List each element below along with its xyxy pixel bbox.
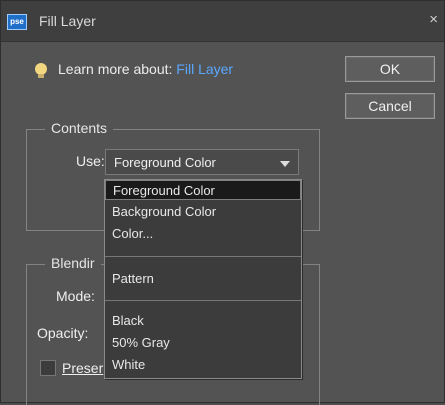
window-title: Fill Layer bbox=[39, 13, 96, 29]
use-label: Use: bbox=[76, 153, 105, 169]
ok-button[interactable]: OK bbox=[345, 56, 435, 82]
menu-item-white[interactable]: White bbox=[105, 355, 301, 375]
fill-layer-dialog: pse Fill Layer × Learn more about: Fill … bbox=[0, 0, 445, 405]
menu-item-50-gray[interactable]: 50% Gray bbox=[105, 333, 301, 353]
blending-legend: Blendir bbox=[45, 255, 101, 271]
opacity-label: Opacity: bbox=[37, 325, 89, 341]
lightbulb-icon bbox=[35, 63, 47, 78]
title-bar[interactable]: pse Fill Layer × bbox=[1, 1, 444, 42]
preserve-transparency-checkbox[interactable] bbox=[40, 360, 56, 376]
chevron-down-icon[interactable] bbox=[280, 161, 290, 167]
menu-item-color[interactable]: Color... bbox=[105, 224, 301, 244]
menu-item-foreground-color[interactable]: Foreground Color bbox=[105, 180, 301, 200]
mode-label: Mode: bbox=[56, 288, 95, 304]
use-select-value: Foreground Color bbox=[114, 155, 216, 170]
preserve-transparency-label: Preser bbox=[62, 360, 104, 376]
cancel-button[interactable]: Cancel bbox=[345, 93, 435, 119]
menu-item-black[interactable]: Black bbox=[105, 311, 301, 331]
help-link[interactable]: Fill Layer bbox=[176, 61, 233, 77]
use-dropdown-menu: Foreground Color Background Color Color.… bbox=[104, 179, 302, 379]
contents-legend: Contents bbox=[45, 120, 114, 136]
close-icon[interactable]: × bbox=[429, 11, 438, 28]
use-select[interactable]: Foreground Color bbox=[105, 149, 299, 175]
menu-separator bbox=[105, 256, 301, 257]
help-prefix: Learn more about: bbox=[58, 61, 177, 77]
menu-item-background-color[interactable]: Background Color bbox=[105, 202, 301, 222]
menu-item-pattern[interactable]: Pattern bbox=[105, 269, 301, 289]
help-text: Learn more about: Fill Layer bbox=[58, 61, 233, 77]
app-icon: pse bbox=[7, 14, 27, 30]
menu-separator bbox=[105, 300, 301, 301]
